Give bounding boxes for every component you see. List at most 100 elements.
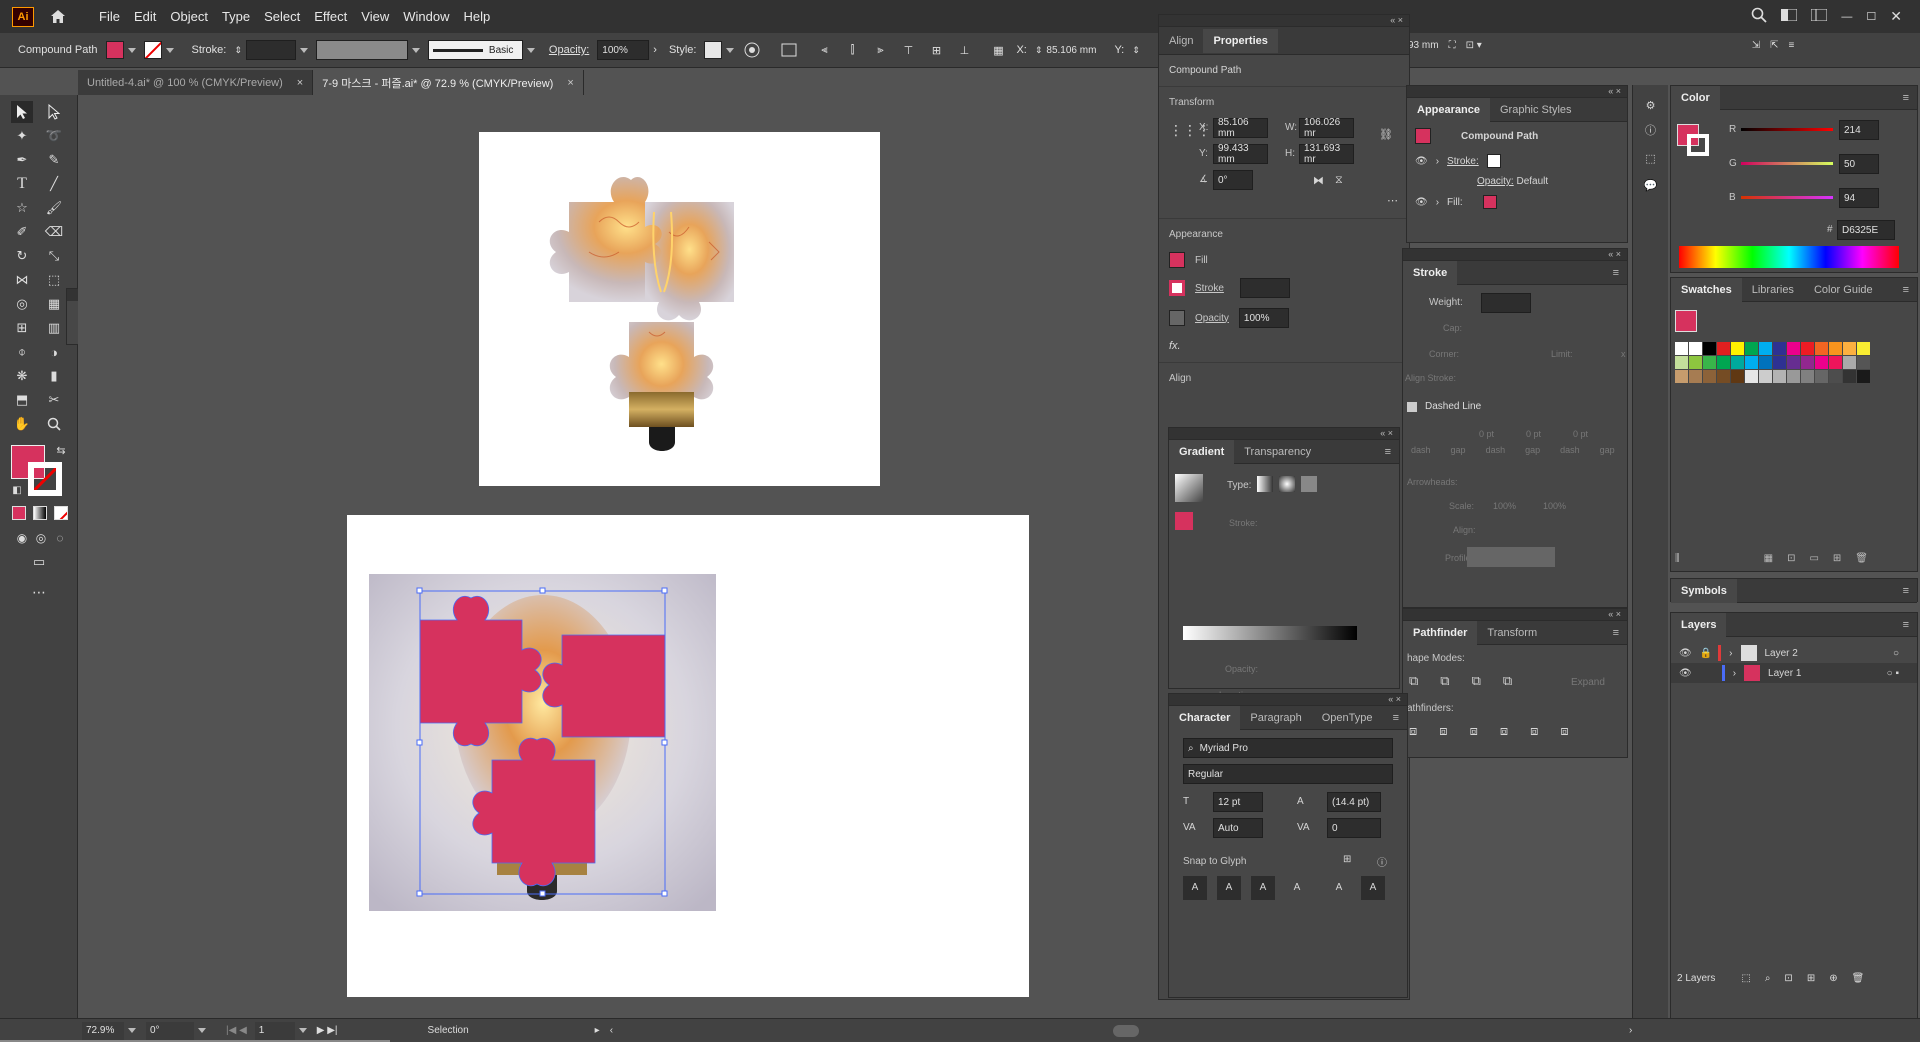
maximize-icon[interactable]: ☐	[1866, 10, 1876, 23]
tab-libraries[interactable]: Libraries	[1742, 278, 1804, 302]
tab-appearance[interactable]: Appearance	[1407, 97, 1490, 122]
tab-character[interactable]: Character	[1169, 705, 1241, 730]
arrange-documents-icon[interactable]	[1780, 8, 1798, 24]
library-icon[interactable]: ⫼	[1675, 553, 1680, 564]
swatch[interactable]	[1801, 370, 1814, 383]
stroke-swatch[interactable]	[1169, 280, 1185, 296]
flip-vertical-icon[interactable]: ⧖	[1335, 174, 1343, 187]
artboard-bottom[interactable]	[347, 515, 1029, 997]
new-layer-icon[interactable]: ⊕	[1829, 973, 1837, 984]
dash-value[interactable]: 0 pt	[1573, 429, 1588, 439]
pathfinder-buttons[interactable]: ⧈ ⧈ ⧈ ⧈ ⧈ ⧈	[1409, 723, 1569, 739]
swatch[interactable]	[1689, 342, 1702, 355]
constrain-proportions-icon[interactable]: ⛓	[1379, 128, 1393, 141]
swatch[interactable]	[1689, 370, 1702, 383]
more-options-icon[interactable]: ⋯	[1387, 194, 1398, 207]
status-menu-icon[interactable]: ▸	[595, 1025, 600, 1036]
info-icon[interactable]: ⓘ	[1377, 854, 1387, 869]
swatch[interactable]	[1843, 370, 1856, 383]
tab-layers[interactable]: Layers	[1671, 612, 1727, 637]
new-group-icon[interactable]: ▭	[1809, 553, 1818, 564]
arrange-icon[interactable]: ⇲	[1752, 40, 1760, 51]
menu-help[interactable]: Help	[456, 9, 497, 24]
x-input[interactable]: 85.106 mm	[1213, 117, 1268, 139]
swatch[interactable]	[1815, 356, 1828, 369]
swatch[interactable]	[1801, 342, 1814, 355]
swatch[interactable]	[1745, 342, 1758, 355]
clip-icon[interactable]: ⊡	[1784, 973, 1792, 984]
outline-icon[interactable]: ⧈	[1530, 723, 1538, 739]
gradient-type-buttons[interactable]	[1257, 476, 1317, 492]
w-input[interactable]: 106.026 mr	[1299, 117, 1354, 139]
panel-menu-icon[interactable]: ≡	[1903, 585, 1909, 597]
panel-menu-icon[interactable]: ≡	[1385, 446, 1391, 458]
screen-mode-icon[interactable]: ▭	[28, 551, 50, 573]
swatch[interactable]	[1731, 356, 1744, 369]
tab-puzzle-mask[interactable]: 7-9 마스크 - 퍼즐.ai* @ 72.9 % (CMYK/Preview)…	[313, 70, 584, 95]
g-slider[interactable]	[1741, 162, 1833, 165]
artboard-field[interactable]: 1	[254, 1021, 295, 1040]
transform-reference-icon[interactable]	[780, 40, 800, 60]
angle-input[interactable]: 0°	[1213, 170, 1253, 190]
menu-select[interactable]: Select	[257, 9, 307, 24]
fill-swatch[interactable]	[1482, 195, 1497, 209]
shaper-tool-icon[interactable]: ✐	[11, 221, 33, 243]
align-hcenter-icon[interactable]: ⫿	[842, 40, 862, 60]
visibility-eye-icon[interactable]: 👁	[1415, 197, 1428, 208]
divide-icon[interactable]: ⧈	[1409, 723, 1417, 739]
default-colors-icon[interactable]: ◧	[6, 479, 28, 501]
layer-name[interactable]: Layer 2	[1765, 648, 1798, 659]
zoom-tool-icon[interactable]	[43, 413, 65, 435]
expand-button[interactable]: Expand	[1571, 677, 1605, 688]
r-input[interactable]: 214	[1839, 120, 1879, 140]
close-icon[interactable]: ✕	[1890, 8, 1902, 25]
menu-file[interactable]: File	[92, 9, 127, 24]
variable-width-field[interactable]	[315, 40, 420, 60]
dash-value[interactable]: 0 pt	[1526, 429, 1541, 439]
tab-pathfinder[interactable]: Pathfinder	[1403, 620, 1478, 645]
swatch[interactable]	[1773, 342, 1786, 355]
new-sublayer-icon[interactable]: ⊞	[1807, 973, 1815, 984]
stroke-label[interactable]: Stroke:	[1447, 156, 1479, 167]
visibility-eye-icon[interactable]: 👁	[1415, 156, 1428, 167]
stroke-row[interactable]: 👁 › Stroke:	[1407, 150, 1627, 172]
panel-menu-icon[interactable]: ≡	[1903, 619, 1909, 631]
layer-row[interactable]: 👁 › Layer 1 ○ ▪	[1671, 663, 1917, 683]
stroke-label[interactable]: Stroke	[1195, 283, 1224, 294]
current-fill-swatch[interactable]	[1675, 310, 1697, 332]
swatch[interactable]	[1759, 370, 1772, 383]
swatch[interactable]	[1843, 342, 1856, 355]
symbol-sprayer-tool-icon[interactable]: ❋	[11, 365, 33, 387]
swatch[interactable]	[1829, 342, 1842, 355]
minus-back-icon[interactable]: ⧈	[1560, 723, 1568, 739]
x-field[interactable]: ⇕ 85.106 mm	[1035, 45, 1097, 56]
swatch-grid[interactable]	[1675, 342, 1913, 383]
selection-tool-icon[interactable]	[11, 101, 33, 123]
profile-select[interactable]	[1467, 547, 1555, 567]
panel-menu-icon[interactable]: ≡	[1789, 40, 1795, 51]
scale-value[interactable]: 100%	[1493, 501, 1516, 511]
swatch[interactable]	[1675, 356, 1688, 369]
hex-input[interactable]: D6325E	[1837, 220, 1895, 240]
fill-swatch[interactable]	[105, 41, 136, 59]
gradient-thumbnail[interactable]	[1175, 474, 1203, 502]
swatch[interactable]	[1773, 356, 1786, 369]
magic-wand-tool-icon[interactable]: ✦	[11, 125, 33, 147]
workspace-icon[interactable]	[1810, 8, 1828, 24]
search-icon[interactable]	[1751, 7, 1768, 26]
swatch[interactable]	[1717, 342, 1730, 355]
fill-row[interactable]: 👁 › Fill:	[1407, 191, 1627, 213]
swatch[interactable]	[1717, 356, 1730, 369]
swatch[interactable]	[1815, 370, 1828, 383]
zoom-field[interactable]: 72.9%	[82, 1021, 124, 1040]
home-icon[interactable]	[48, 7, 68, 27]
glyph-options-icon[interactable]: ⊞	[1343, 854, 1351, 865]
font-family-select[interactable]: ⌕ Myriad Pro	[1183, 738, 1393, 758]
shape-mode-buttons[interactable]: ⧉ ⧉ ⧉ ⧉	[1409, 673, 1512, 689]
tab-stroke[interactable]: Stroke	[1403, 260, 1458, 285]
target-icon[interactable]: ○	[1893, 648, 1899, 659]
h-input[interactable]: 131.693 mr	[1299, 143, 1354, 165]
stroke-weight-field[interactable]: ⇕	[234, 40, 308, 60]
opacity-label[interactable]: Opacity:	[549, 44, 589, 56]
stroke-color-box[interactable]	[1687, 134, 1709, 156]
